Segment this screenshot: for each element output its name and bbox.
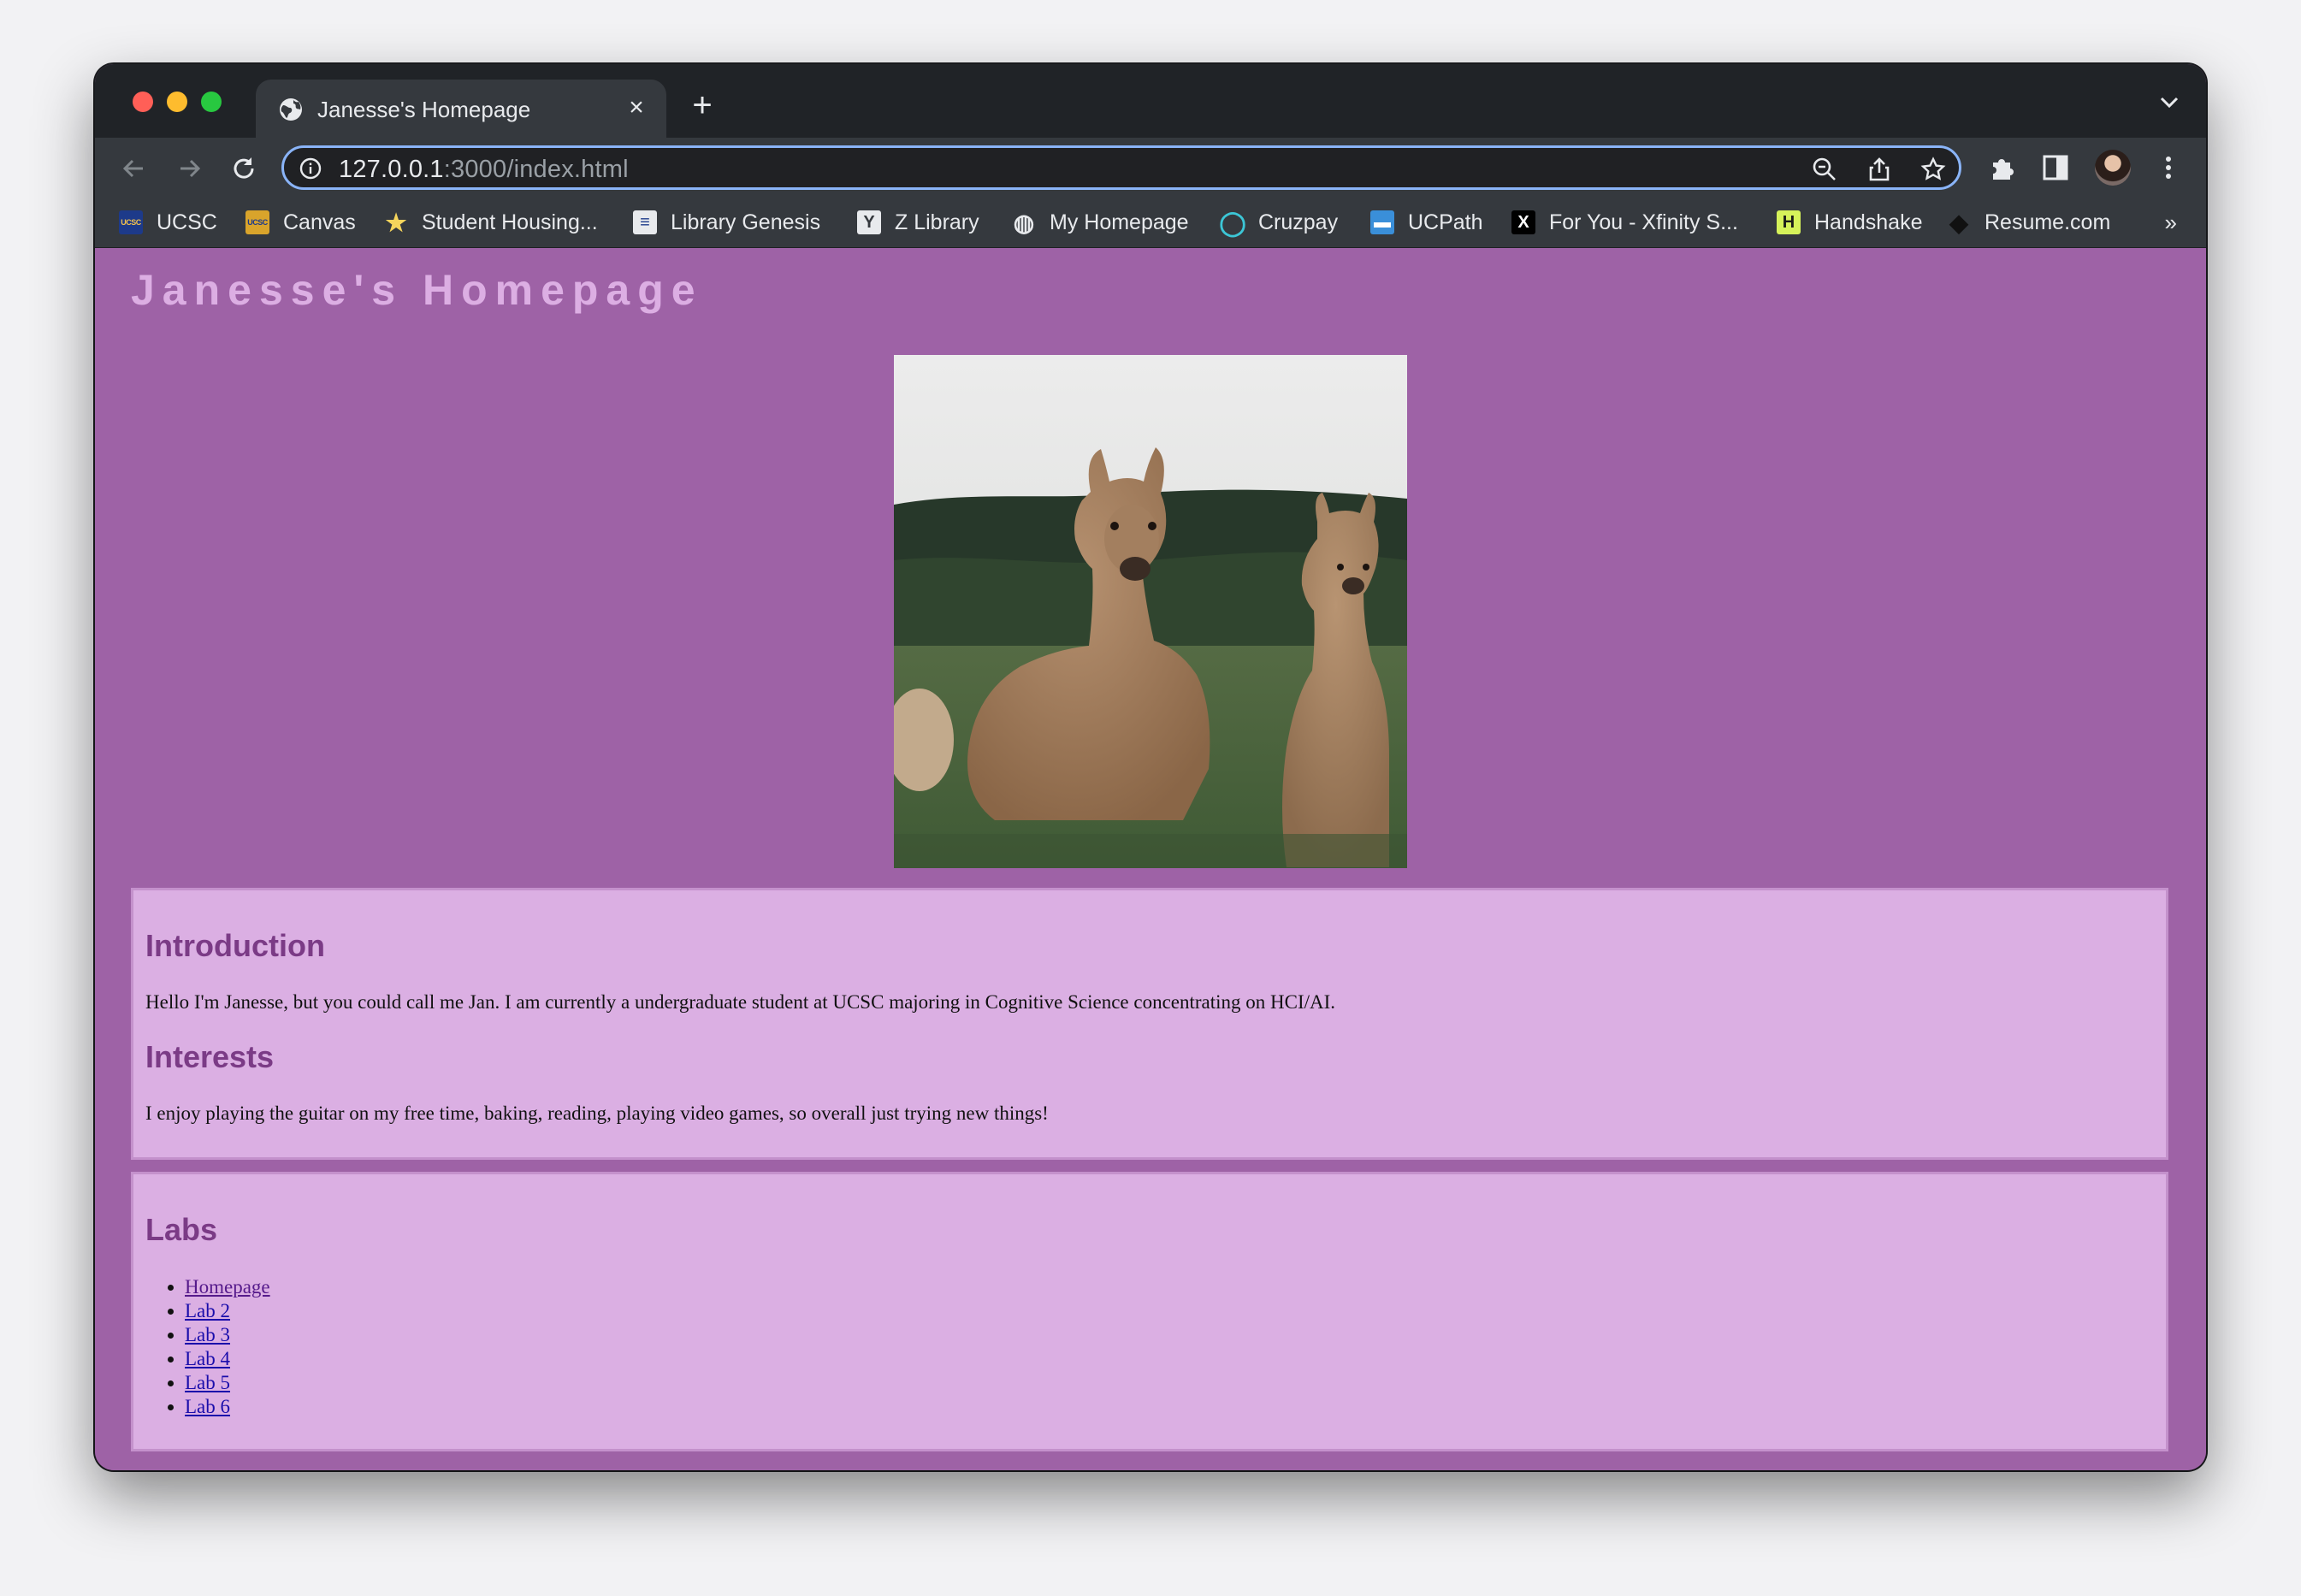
bookmark-label: Student Housing... [422, 210, 598, 234]
bookmark-item[interactable]: X For You - Xfinity S... [1511, 206, 1738, 239]
star-icon: ★ [385, 209, 407, 236]
alpaca-photo [894, 355, 1407, 868]
bookmark-item[interactable]: ◍ My Homepage [1012, 206, 1189, 239]
intro-text: Hello I'm Janesse, but you could call me… [145, 991, 1336, 1013]
x-icon: X [1511, 210, 1535, 234]
bookmark-item[interactable]: UCSC Canvas [245, 206, 356, 239]
globe-icon [280, 98, 302, 121]
globe-icon: ◍ [1013, 209, 1035, 236]
bookmark-star-icon[interactable] [1920, 157, 1946, 182]
chevron-down-icon[interactable] [2158, 93, 2180, 110]
minimize-window-button[interactable] [167, 92, 187, 112]
bookmark-label: Resume.com [1985, 210, 2111, 234]
lab-link[interactable]: Lab 5 [185, 1372, 230, 1393]
tab-strip: Janesse's Homepage × + [95, 64, 2206, 138]
lab-link[interactable]: Lab 4 [185, 1348, 230, 1369]
bookmark-item[interactable]: ≡ Library Genesis [633, 206, 820, 239]
more-menu-icon[interactable] [2153, 152, 2184, 183]
intro-card: Introduction Hello I'm Janesse, but you … [131, 888, 2168, 1160]
bookmark-item[interactable]: H Handshake [1777, 206, 1922, 239]
url-path: :3000/index.html [443, 156, 629, 183]
bookmark-label: For You - Xfinity S... [1549, 210, 1738, 234]
new-tab-button[interactable]: + [685, 88, 719, 124]
bookmark-label: Handshake [1814, 210, 1923, 234]
more-bookmarks-icon[interactable]: » [2165, 210, 2177, 236]
resume-icon: ◆ [1949, 209, 1968, 236]
profile-avatar[interactable] [2095, 150, 2131, 186]
tab-title: Janesse's Homepage [317, 97, 531, 122]
browser-toolbar: 127.0.0.1:3000/index.html [95, 138, 2206, 198]
bookmark-item[interactable]: ◯ Cruzpay [1219, 206, 1339, 239]
extensions-icon[interactable] [1987, 152, 2018, 183]
zoom-icon[interactable] [1812, 157, 1837, 182]
ucsc-logo-icon: UCSC [119, 210, 143, 234]
bookmark-label: My Homepage [1050, 210, 1189, 234]
lab-list-item: Lab 3 [185, 1323, 270, 1347]
address-bar[interactable]: 127.0.0.1:3000/index.html [281, 145, 1961, 190]
lab-link[interactable]: Lab 3 [185, 1324, 230, 1345]
labs-card: Labs Homepage Lab 2 Lab 3 Lab 4 Lab 5 Lab 6 [131, 1172, 2168, 1451]
book-icon: ≡ [633, 210, 657, 234]
fullscreen-window-button[interactable] [201, 92, 222, 112]
page-content: Janesse's Homepage Introduction Hello I'… [95, 248, 2206, 1470]
interests-heading: Interests [145, 1039, 275, 1074]
bookmark-label: Cruzpay [1258, 210, 1339, 234]
user-icon: ◯ [1219, 209, 1246, 236]
lab-list-item: Homepage [185, 1275, 270, 1299]
url-text: 127.0.0.1:3000/index.html [339, 156, 629, 184]
handshake-icon: H [1777, 210, 1801, 234]
lab-list-item: Lab 6 [185, 1395, 270, 1419]
close-window-button[interactable] [133, 92, 153, 112]
browser-window: Janesse's Homepage × + 127.0.0.1:3000/in… [95, 64, 2206, 1470]
bookmark-label: UCPath [1408, 210, 1483, 234]
bookmark-item[interactable]: UCSC UCSC [119, 206, 217, 239]
reload-icon[interactable] [228, 153, 259, 184]
tab-janesse-homepage[interactable]: Janesse's Homepage × [256, 80, 666, 138]
bookmark-label: Z Library [895, 210, 979, 234]
intro-heading: Introduction [145, 928, 325, 963]
lab-link[interactable]: Lab 6 [185, 1396, 230, 1417]
lab-list-item: Lab 2 [185, 1299, 270, 1323]
bookmark-item[interactable]: ★ Student Housing... [384, 206, 598, 239]
bookmark-item[interactable]: ◆ Resume.com [1947, 206, 2110, 239]
interests-text: I enjoy playing the guitar on my free ti… [145, 1102, 1049, 1124]
labs-list: Homepage Lab 2 Lab 3 Lab 4 Lab 5 Lab 6 [145, 1275, 270, 1419]
bookmarks-bar: » UCSC UCSC UCSC Canvas ★ Student Housing... ≡… [95, 198, 2206, 248]
labs-heading: Labs [145, 1212, 218, 1247]
ucpath-icon: ▬ [1370, 210, 1394, 234]
bookmark-item[interactable]: Y Z Library [857, 206, 979, 239]
lab-list-item: Lab 4 [185, 1347, 270, 1371]
bookmark-label: Library Genesis [671, 210, 821, 234]
url-host: 127.0.0.1 [339, 156, 444, 183]
close-tab-icon[interactable]: × [622, 93, 651, 122]
ucsc-gold-logo-icon: UCSC [245, 210, 269, 234]
share-icon[interactable] [1866, 157, 1892, 182]
bookmark-item[interactable]: ▬ UCPath [1370, 206, 1483, 239]
forward-icon[interactable] [174, 153, 204, 184]
lab-link[interactable]: Homepage [185, 1276, 270, 1297]
info-icon[interactable] [299, 157, 322, 180]
page-title: Janesse's Homepage [131, 266, 703, 314]
z-library-icon: Y [857, 210, 881, 234]
lab-link[interactable]: Lab 2 [185, 1300, 230, 1321]
bookmark-label: UCSC [157, 210, 217, 234]
back-icon[interactable] [119, 153, 150, 184]
lab-list-item: Lab 5 [185, 1371, 270, 1395]
bookmark-label: Canvas [283, 210, 356, 234]
side-panel-icon[interactable] [2040, 152, 2071, 183]
